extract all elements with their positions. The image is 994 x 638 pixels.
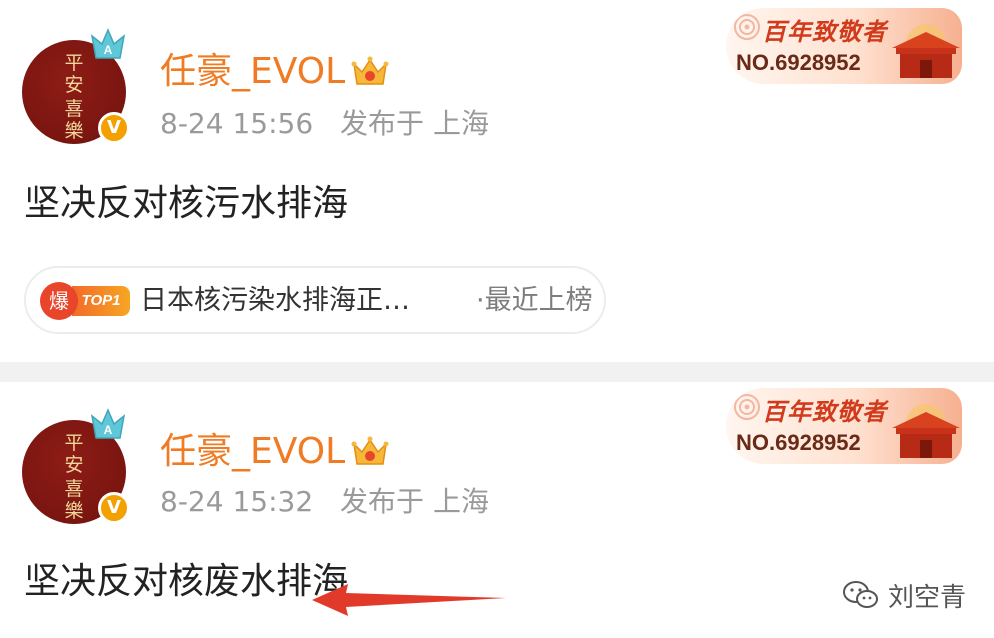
fan-badge-number: NO.6928952 (736, 50, 861, 75)
member-crown-icon[interactable] (350, 434, 390, 470)
avatar-char: 樂 (64, 500, 84, 522)
fan-badge[interactable]: 百年致敬者 NO.6928952 (726, 388, 962, 464)
swirl-icon (734, 14, 760, 40)
red-arrow-annotation (312, 584, 506, 616)
post-timestamp: 8-24 15:32 (160, 485, 314, 518)
level-crown-icon: A (90, 408, 126, 439)
avatar-char: 平 (64, 432, 84, 454)
hot-badge: 爆 (40, 282, 78, 320)
post-divider (0, 362, 994, 382)
fan-badge-title: 百年致敬者 (762, 17, 887, 46)
topic-status: ·最近上榜 (476, 285, 593, 316)
fan-badge[interactable]: 百年致敬者 NO.6928952 (726, 8, 962, 84)
post-location: 发布于 上海 (340, 107, 489, 140)
username[interactable]: 任豪_EVOL (160, 52, 345, 92)
swirl-icon (734, 394, 760, 420)
watermark: 刘空青 (842, 578, 967, 613)
post-content[interactable]: 坚决反对核污水排海 (24, 182, 348, 226)
avatar-char: 樂 (64, 120, 84, 142)
level-crown-icon: A (90, 28, 126, 59)
gate-tower-icon (892, 404, 960, 458)
avatar[interactable]: 平 安 喜 樂 A V (22, 26, 134, 144)
fan-badge-number: NO.6928952 (736, 430, 861, 455)
svg-text:A: A (104, 43, 113, 57)
verified-vip-badge: V (98, 492, 130, 524)
avatar-char: 喜 (64, 98, 84, 120)
fan-badge-title: 百年致敬者 (762, 397, 887, 426)
hot-topic-link[interactable]: TOP1 爆 日本核污染水排海正… ·最近上榜 (24, 266, 606, 334)
post-content[interactable]: 坚决反对核废水排海 (24, 560, 348, 604)
gate-tower-icon (892, 24, 960, 78)
topic-title: 日本核污染水排海正… (140, 285, 410, 316)
top1-badge: TOP1 (72, 286, 130, 316)
avatar-char: 喜 (64, 478, 84, 500)
wechat-icon (843, 581, 878, 608)
avatar-char: 平 (64, 52, 84, 74)
member-crown-icon[interactable] (350, 54, 390, 90)
weibo-post-1[interactable]: 平 安 喜 樂 A V 任豪_EVOL 8-24 15:56 发布于 上海 百年… (0, 0, 994, 362)
username[interactable]: 任豪_EVOL (160, 432, 345, 472)
avatar-char: 安 (64, 74, 84, 96)
post-timestamp: 8-24 15:56 (160, 107, 314, 140)
verified-vip-badge: V (98, 112, 130, 144)
svg-text:A: A (104, 423, 113, 437)
post-meta: 8-24 15:32 发布于 上海 (160, 486, 489, 518)
avatar-char: 安 (64, 454, 84, 476)
avatar[interactable]: 平 安 喜 樂 A V (22, 406, 134, 524)
post-location: 发布于 上海 (340, 485, 489, 518)
watermark-text: 刘空青 (888, 582, 967, 613)
post-meta: 8-24 15:56 发布于 上海 (160, 108, 489, 140)
